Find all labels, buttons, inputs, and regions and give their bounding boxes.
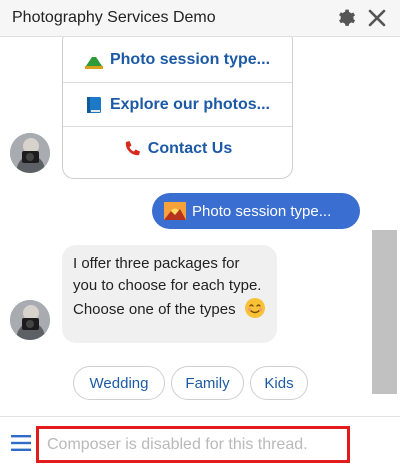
menu-item-explore-photos[interactable]: Explore our photos... bbox=[63, 82, 292, 126]
menu-item-label: Photo session type... bbox=[109, 51, 271, 68]
menu-card: Photo session type... Explore our photos… bbox=[62, 37, 293, 179]
photographer-avatar-image bbox=[10, 300, 50, 340]
sunset-icon bbox=[164, 202, 186, 220]
avatar bbox=[10, 133, 50, 173]
quick-reply-wedding[interactable]: Wedding bbox=[73, 366, 165, 400]
chat-header: Photography Services Demo bbox=[0, 0, 400, 37]
menu-item-contact-us[interactable]: Contact Us bbox=[63, 126, 292, 170]
mountain-icon bbox=[84, 54, 103, 69]
chat-title: Photography Services Demo bbox=[12, 9, 216, 26]
user-message-text: Photo session type... bbox=[192, 202, 332, 220]
quick-reply-family[interactable]: Family bbox=[171, 366, 244, 400]
composer-placeholder: Composer is disabled for this thread. bbox=[47, 435, 308, 453]
photographer-avatar-image bbox=[10, 133, 50, 173]
bot-message-text: I offer three packages for you to choose… bbox=[73, 255, 262, 318]
avatar bbox=[10, 300, 50, 340]
gear-icon[interactable] bbox=[336, 8, 356, 28]
user-message-bubble: Photo session type... bbox=[152, 193, 360, 229]
menu-item-label: Contact Us bbox=[147, 139, 233, 157]
menu-item-photo-session-type[interactable]: Photo session type... bbox=[63, 38, 292, 82]
close-icon[interactable] bbox=[367, 8, 387, 28]
scrollbar-thumb[interactable] bbox=[372, 230, 397, 394]
chat-transcript: Photo session type... Explore our photos… bbox=[0, 37, 400, 416]
book-icon bbox=[86, 96, 101, 113]
hamburger-menu-icon[interactable] bbox=[11, 435, 31, 451]
phone-icon bbox=[125, 140, 140, 155]
bot-message-bubble: I offer three packages for you to choose… bbox=[62, 245, 277, 343]
menu-item-label: Explore our photos... bbox=[109, 95, 270, 113]
smiling-face-icon bbox=[244, 298, 265, 318]
quick-reply-kids[interactable]: Kids bbox=[250, 366, 308, 400]
composer-bar: Composer is disabled for this thread. bbox=[0, 416, 400, 469]
composer-input[interactable]: Composer is disabled for this thread. bbox=[36, 426, 350, 463]
